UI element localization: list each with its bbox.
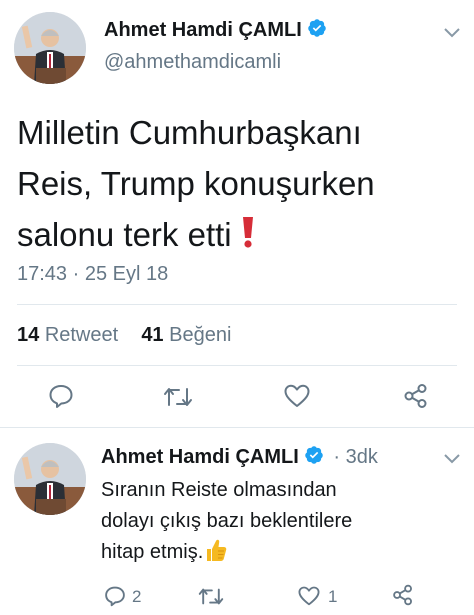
reply-icon[interactable] <box>48 383 74 409</box>
author-name-text[interactable]: Ahmet Hamdi ÇAMLI <box>104 19 302 41</box>
retweet-count-link[interactable]: 14 Retweet <box>17 324 118 346</box>
like-label: Beğeni <box>169 324 232 346</box>
reply-text-line: hitap etmiş. <box>101 541 204 563</box>
reply-time-ago[interactable]: 3dk <box>346 446 378 468</box>
like-count: 41 <box>141 324 164 346</box>
divider <box>17 365 457 366</box>
author-name[interactable]: Ahmet Hamdi ÇAMLI <box>104 18 327 44</box>
divider <box>17 304 457 305</box>
reply-count: 2 <box>132 587 142 606</box>
tweet-text-line: salonu terk etti <box>17 216 232 253</box>
tweet-text-line: Reis, Trump konuşurken <box>17 165 375 202</box>
verified-badge-icon <box>304 445 324 471</box>
tweet-timestamp[interactable]: 17:43 · 25 Eyl 18 <box>17 263 168 286</box>
reply-author-header: Ahmet Hamdi ÇAMLI · 3dk <box>101 445 378 471</box>
share-icon[interactable] <box>392 584 414 606</box>
author-avatar[interactable] <box>14 12 86 84</box>
engagement-counts: 14 Retweet 41 Beğeni <box>17 324 231 347</box>
reply-text-line: Sıranın Reiste olmasından <box>101 479 337 501</box>
thumbs-up-emoji <box>205 538 227 572</box>
share-icon[interactable] <box>403 383 429 409</box>
chevron-down-icon[interactable] <box>444 28 460 38</box>
verified-badge-icon <box>307 18 327 44</box>
reply-text: Sıranın Reiste olmasından dolayı çıkış b… <box>101 475 441 572</box>
tweet-text: Milletin Cumhurbaşkanı Reis, Trump konuş… <box>17 107 457 262</box>
author-handle[interactable]: @ahmethamdicamli <box>104 51 281 74</box>
reply-icon[interactable] <box>104 585 126 607</box>
heart-icon[interactable] <box>298 586 320 606</box>
exclamation-emoji <box>241 211 255 262</box>
like-count-link[interactable]: 41 Beğeni <box>141 324 231 346</box>
retweet-icon[interactable] <box>163 385 193 409</box>
reply-text-line: dolayı çıkış bazı beklentilere <box>101 510 353 532</box>
tweet-text-line: Milletin Cumhurbaşkanı <box>17 114 362 151</box>
like-count: 1 <box>328 587 338 606</box>
divider <box>0 427 474 428</box>
retweet-label: Retweet <box>44 324 119 346</box>
heart-icon[interactable] <box>284 384 310 408</box>
retweet-icon[interactable] <box>198 586 224 607</box>
chevron-down-icon[interactable] <box>444 454 460 464</box>
retweet-count: 14 <box>17 324 40 346</box>
reply-author-name[interactable]: Ahmet Hamdi ÇAMLI <box>101 446 299 468</box>
separator-dot: · <box>333 446 341 468</box>
reply-author-avatar[interactable] <box>14 443 86 515</box>
